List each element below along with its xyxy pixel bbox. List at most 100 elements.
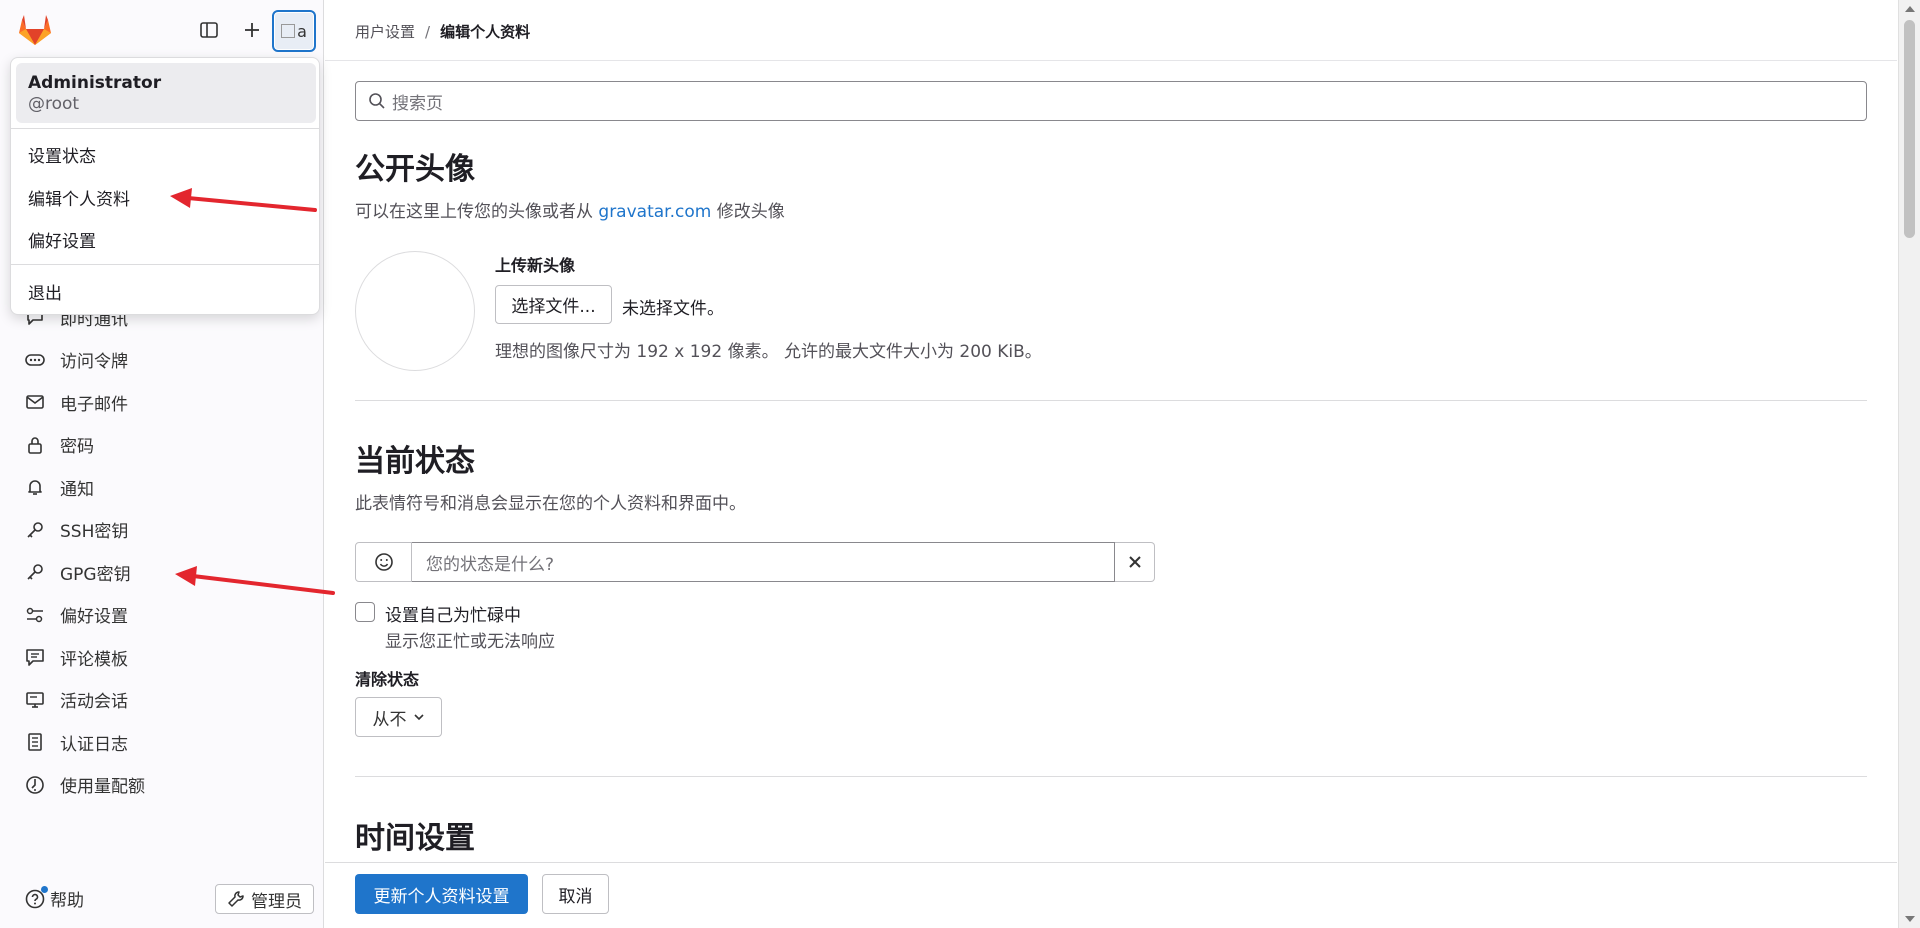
sidebar-item-label: 活动会话 (60, 692, 128, 713)
sidebar-item-notifications[interactable]: 通知 (0, 466, 324, 509)
avatar-section-title: 公开头像 (355, 152, 475, 187)
time-section-title: 时间设置 (355, 821, 475, 856)
sidebar-item-label: 访问令牌 (60, 352, 128, 373)
log-icon (24, 731, 46, 753)
plus-icon[interactable] (238, 16, 266, 44)
monitor-icon (24, 689, 46, 711)
help-label: 帮助 (50, 891, 84, 911)
user-handle: @root (28, 94, 80, 114)
dropdown-item-preferences[interactable]: 偏好设置 (28, 227, 96, 252)
broken-image-icon (281, 24, 296, 38)
comment-icon (24, 646, 46, 668)
sidebar-item-label: SSH密钥 (60, 522, 129, 543)
upload-hint: 理想的图像尺寸为 192 x 192 像素。 允许的最大文件大小为 200 Ki… (495, 342, 1042, 362)
vertical-scrollbar[interactable] (1898, 0, 1920, 928)
sidebar-item-access-tokens[interactable]: 访问令牌 (0, 339, 324, 382)
gitlab-logo-icon[interactable] (18, 14, 52, 46)
sidebar-item-active-sessions[interactable]: 活动会话 (0, 679, 324, 722)
sidebar-item-label: 电子邮件 (60, 394, 128, 415)
avatar-preview (355, 251, 475, 371)
admin-label: 管理员 (251, 891, 302, 912)
clear-status-select[interactable]: 从不 (355, 697, 442, 737)
scroll-down-arrow-icon[interactable] (1905, 916, 1915, 922)
sidebar-top-bar: a (0, 0, 324, 60)
section-divider (355, 400, 1867, 401)
key-icon (24, 519, 46, 541)
breadcrumb-separator: / (425, 23, 431, 41)
choose-file-button[interactable]: 选择文件... (495, 285, 612, 324)
status-message-input[interactable]: 您的状态是什么? (412, 542, 1115, 582)
close-icon (1128, 556, 1141, 568)
header-divider (325, 60, 1897, 61)
sidebar-bottom: 帮助 管理员 (0, 880, 324, 916)
sidebar-item-label: 认证日志 (60, 734, 128, 755)
avatar-alt-text: a (297, 21, 307, 41)
status-input-group: 您的状态是什么? (355, 542, 1155, 582)
no-file-text: 未选择文件。 (622, 299, 724, 319)
dropdown-user-info[interactable]: Administrator @root (16, 63, 316, 123)
mail-icon (24, 391, 46, 413)
busy-help: 显示您正忙或无法响应 (385, 632, 555, 652)
help-icon (24, 885, 48, 910)
sidebar-item-emails[interactable]: 电子邮件 (0, 381, 324, 424)
sidebar-nav: 应用 即时通讯 访问令牌 电子邮件 密码 通知 SSH密钥 GPG密钥 (0, 285, 324, 807)
update-profile-button[interactable]: 更新个人资料设置 (355, 874, 528, 914)
sidebar-item-label: 通知 (60, 479, 94, 500)
gravatar-link[interactable]: gravatar.com (598, 202, 711, 222)
key-icon (24, 561, 46, 583)
dropdown-item-edit-profile[interactable]: 编辑个人资料 (28, 185, 130, 210)
preferences-icon (24, 604, 46, 626)
bell-icon (24, 476, 46, 498)
quota-icon (24, 774, 46, 796)
sidebar-toggle-icon[interactable] (195, 16, 223, 44)
status-placeholder: 您的状态是什么? (426, 554, 555, 575)
smiley-icon (374, 553, 393, 571)
wrench-icon (227, 890, 245, 908)
status-section-title: 当前状态 (355, 444, 475, 479)
busy-label[interactable]: 设置自己为忙碌中 (385, 601, 521, 626)
clear-status-button[interactable] (1115, 542, 1155, 582)
breadcrumb-current[interactable]: 编辑个人资料 (440, 23, 530, 41)
chevron-down-icon (413, 711, 425, 723)
breadcrumb-parent[interactable]: 用户设置 (355, 23, 415, 41)
breadcrumb: 用户设置 / 编辑个人资料 (355, 21, 530, 42)
admin-button[interactable]: 管理员 (215, 884, 314, 914)
emoji-picker-button[interactable] (355, 542, 412, 582)
sidebar-item-password[interactable]: 密码 (0, 424, 324, 467)
busy-checkbox[interactable] (355, 602, 375, 622)
sidebar-item-auth-log[interactable]: 认证日志 (0, 721, 324, 764)
notification-dot (41, 885, 48, 893)
search-input[interactable]: 搜索页 (355, 81, 1867, 121)
annotation-arrow-icon (170, 188, 317, 212)
avatar-desc-suffix: 修改头像 (711, 202, 785, 222)
dropdown-item-sign-out[interactable]: 退出 (28, 279, 62, 304)
scroll-up-arrow-icon[interactable] (1905, 6, 1915, 12)
sidebar-item-ssh-keys[interactable]: SSH密钥 (0, 509, 324, 552)
section-divider (355, 776, 1867, 777)
avatar-section-desc: 可以在这里上传您的头像或者从 gravatar.com 修改头像 (355, 197, 785, 222)
sidebar-item-label: GPG密钥 (60, 564, 131, 585)
upload-avatar-title: 上传新头像 (495, 256, 576, 275)
sidebar-item-label: 密码 (60, 437, 94, 458)
sidebar-item-usage-quotas[interactable]: 使用量配额 (0, 764, 324, 807)
help-button[interactable]: 帮助 (24, 885, 84, 911)
status-section-desc: 此表情符号和消息会显示在您的个人资料和界面中。 (355, 494, 746, 514)
token-icon (24, 349, 46, 371)
user-avatar-button[interactable]: a (272, 10, 316, 52)
lock-icon (24, 434, 46, 456)
sidebar-item-comment-templates[interactable]: 评论模板 (0, 636, 324, 679)
cancel-button[interactable]: 取消 (542, 874, 609, 914)
scroll-thumb[interactable] (1904, 20, 1915, 238)
dropdown-divider (11, 128, 319, 129)
dropdown-divider (11, 264, 319, 265)
sidebar-item-label: 偏好设置 (60, 607, 128, 628)
search-icon (368, 92, 386, 110)
clear-status-value: 从不 (372, 709, 407, 730)
annotation-arrow-icon (175, 566, 335, 595)
search-placeholder: 搜索页 (392, 93, 443, 114)
dropdown-item-set-status[interactable]: 设置状态 (28, 142, 96, 167)
sidebar-item-label: 使用量配额 (60, 777, 145, 798)
sidebar-item-label: 评论模板 (60, 649, 128, 670)
clear-status-label: 清除状态 (355, 670, 420, 689)
avatar-desc-prefix: 可以在这里上传您的头像或者从 (355, 202, 599, 222)
